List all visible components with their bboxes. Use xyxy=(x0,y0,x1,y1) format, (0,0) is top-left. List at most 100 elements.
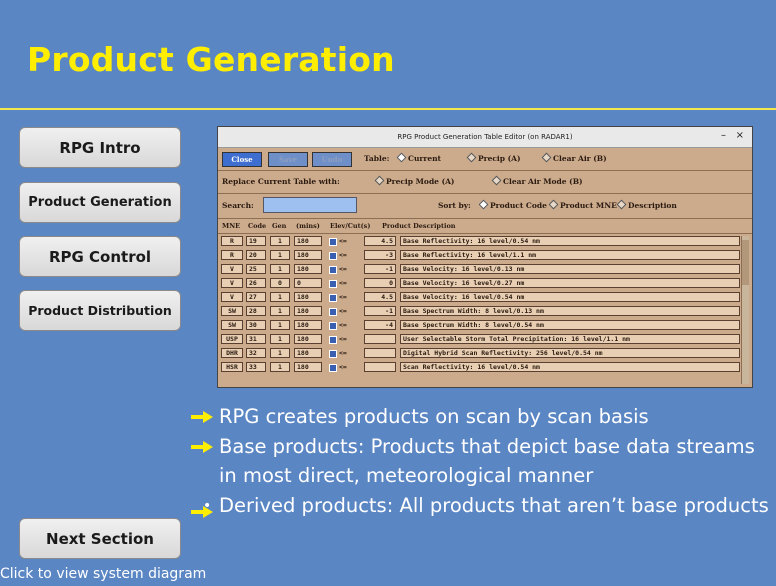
table-row[interactable]: V 27 1 180 4.5 Base Velocity: 16 level/0.54 n… xyxy=(218,291,742,304)
sort-option-mne[interactable]: Product MNE xyxy=(548,199,617,210)
checkbox-icon[interactable] xyxy=(329,238,337,246)
sort-option-code[interactable]: Product Code xyxy=(478,199,547,210)
undo-button[interactable]: Undo xyxy=(312,152,352,167)
checkbox-icon[interactable] xyxy=(329,336,337,344)
table-row[interactable]: R 20 1 180 -3 Base Reflectivity: 16 level/1.1… xyxy=(218,249,742,262)
cell-elev[interactable]: -1 xyxy=(364,264,396,274)
cell-gen[interactable]: 1 xyxy=(270,250,290,260)
cell-elev[interactable] xyxy=(364,362,396,372)
cell-code[interactable]: 28 xyxy=(246,306,266,316)
cell-mne[interactable]: SW xyxy=(221,320,243,330)
table-row[interactable]: V 25 1 180 -1 Base Velocity: 16 level/0.13 nm… xyxy=(218,263,742,276)
cell-mins[interactable]: 180 xyxy=(294,264,322,274)
rpg-control-button[interactable]: RPG Control xyxy=(19,236,181,277)
product-generation-button[interactable]: Product Generation xyxy=(19,182,181,223)
sort-option-description[interactable]: Description xyxy=(616,199,677,210)
cell-mne[interactable]: R xyxy=(221,236,243,246)
cell-code[interactable]: 19 xyxy=(246,236,266,246)
cell-mins[interactable]: 180 xyxy=(294,306,322,316)
cell-code[interactable]: 20 xyxy=(246,250,266,260)
cell-mins[interactable]: 180 xyxy=(294,362,322,372)
cell-mne[interactable]: USP xyxy=(221,334,243,344)
editor-toolbar: Close Save Undo Table: Current Precip (A… xyxy=(218,148,752,171)
checkbox-icon[interactable] xyxy=(329,350,337,358)
cell-mins[interactable]: 0 xyxy=(294,278,322,288)
save-button[interactable]: Save xyxy=(268,152,308,167)
cell-gen[interactable]: 1 xyxy=(270,334,290,344)
bullet-item: RPG creates products on scan by scan bas… xyxy=(191,402,771,432)
replace-option-precip[interactable]: Precip Mode (A) xyxy=(374,175,454,186)
cell-mne[interactable]: R xyxy=(221,250,243,260)
table-option-clear-air[interactable]: Clear Air (B) xyxy=(541,152,607,163)
minimize-icon[interactable]: – xyxy=(721,130,726,141)
table-row[interactable]: SW 28 1 180 -1 Base Spectrum Width: 8 level/0… xyxy=(218,305,742,318)
radio-icon xyxy=(616,199,627,210)
cell-mins[interactable]: 180 xyxy=(294,292,322,302)
cell-gen[interactable]: 1 xyxy=(270,264,290,274)
cell-mne[interactable]: HSR xyxy=(221,362,243,372)
checkbox-icon[interactable] xyxy=(329,294,337,302)
table-row[interactable]: USP 31 1 180 User Selectable Storm Total Pre… xyxy=(218,333,742,346)
cell-code[interactable]: 32 xyxy=(246,348,266,358)
cell-elev[interactable]: 4.5 xyxy=(364,236,396,246)
table-row[interactable]: HSR 33 1 180 Scan Reflectivity: 16 level/0.5… xyxy=(218,361,742,374)
close-icon[interactable]: × xyxy=(736,130,744,141)
cell-mne[interactable]: DHR xyxy=(221,348,243,358)
table-row[interactable]: DHR 32 1 180 Digital Hybrid Scan Reflectivit… xyxy=(218,347,742,360)
product-distribution-button[interactable]: Product Distribution xyxy=(19,290,181,331)
cell-gen[interactable]: 1 xyxy=(270,236,290,246)
cell-mins[interactable]: 180 xyxy=(294,250,322,260)
checkbox-icon[interactable] xyxy=(329,266,337,274)
cell-mins[interactable]: 180 xyxy=(294,320,322,330)
cell-gen[interactable]: 0 xyxy=(270,278,290,288)
checkbox-icon[interactable] xyxy=(329,308,337,316)
system-diagram-link[interactable]: Click to view system diagram xyxy=(0,566,206,582)
cell-gen[interactable]: 1 xyxy=(270,362,290,372)
cell-mne[interactable]: V xyxy=(221,292,243,302)
cell-mins[interactable]: 180 xyxy=(294,236,322,246)
table-scrollbar[interactable] xyxy=(741,236,749,384)
operator-label: <= xyxy=(339,237,347,245)
cell-elev[interactable]: -1 xyxy=(364,306,396,316)
table-option-precip[interactable]: Precip (A) xyxy=(466,152,521,163)
checkbox-icon[interactable] xyxy=(329,322,337,330)
cell-elev[interactable]: -3 xyxy=(364,250,396,260)
checkbox-icon[interactable] xyxy=(329,280,337,288)
cell-elev[interactable]: -4 xyxy=(364,320,396,330)
table-option-current[interactable]: Current xyxy=(396,152,441,163)
table-row[interactable]: R 19 1 180 4.5 Base Reflectivity: 16 level/0.… xyxy=(218,235,742,248)
cell-gen[interactable]: 1 xyxy=(270,320,290,330)
cell-elev[interactable] xyxy=(364,334,396,344)
cell-mins[interactable]: 180 xyxy=(294,348,322,358)
cell-gen[interactable]: 1 xyxy=(270,292,290,302)
replace-option-clear-air[interactable]: Clear Air Mode (B) xyxy=(491,175,583,186)
scroll-thumb[interactable] xyxy=(742,240,749,285)
cell-code[interactable]: 26 xyxy=(246,278,266,288)
close-button[interactable]: Close xyxy=(222,152,262,167)
cell-mne[interactable]: SW xyxy=(221,306,243,316)
table-row[interactable]: V 26 0 0 0 Base Velocity: 16 level/0.27 nm <= xyxy=(218,277,742,290)
cell-elev[interactable]: 0 xyxy=(364,278,396,288)
table-row[interactable]: SW 30 1 180 -4 Base Spectrum Width: 8 level/0… xyxy=(218,319,742,332)
cell-desc: Base Reflectivity: 16 level/1.1 nm xyxy=(400,250,740,260)
cell-gen[interactable]: 1 xyxy=(270,348,290,358)
cell-code[interactable]: 30 xyxy=(246,320,266,330)
cell-mne[interactable]: V xyxy=(221,264,243,274)
search-input[interactable] xyxy=(263,197,357,213)
cell-code[interactable]: 25 xyxy=(246,264,266,274)
rpg-intro-button[interactable]: RPG Intro xyxy=(19,127,181,168)
cell-elev[interactable] xyxy=(364,348,396,358)
cell-elev[interactable]: 4.5 xyxy=(364,292,396,302)
next-section-button[interactable]: Next Section xyxy=(19,518,181,559)
cell-code[interactable]: 33 xyxy=(246,362,266,372)
cell-mins[interactable]: 180 xyxy=(294,334,322,344)
cell-desc: Base Velocity: 16 level/0.54 nm xyxy=(400,292,740,302)
search-label: Search: xyxy=(222,201,254,210)
cell-mne[interactable]: V xyxy=(221,278,243,288)
checkbox-icon[interactable] xyxy=(329,364,337,372)
cell-gen[interactable]: 1 xyxy=(270,306,290,316)
cell-code[interactable]: 27 xyxy=(246,292,266,302)
cell-code[interactable]: 31 xyxy=(246,334,266,344)
checkbox-icon[interactable] xyxy=(329,252,337,260)
col-mins: (mins) xyxy=(296,222,320,230)
